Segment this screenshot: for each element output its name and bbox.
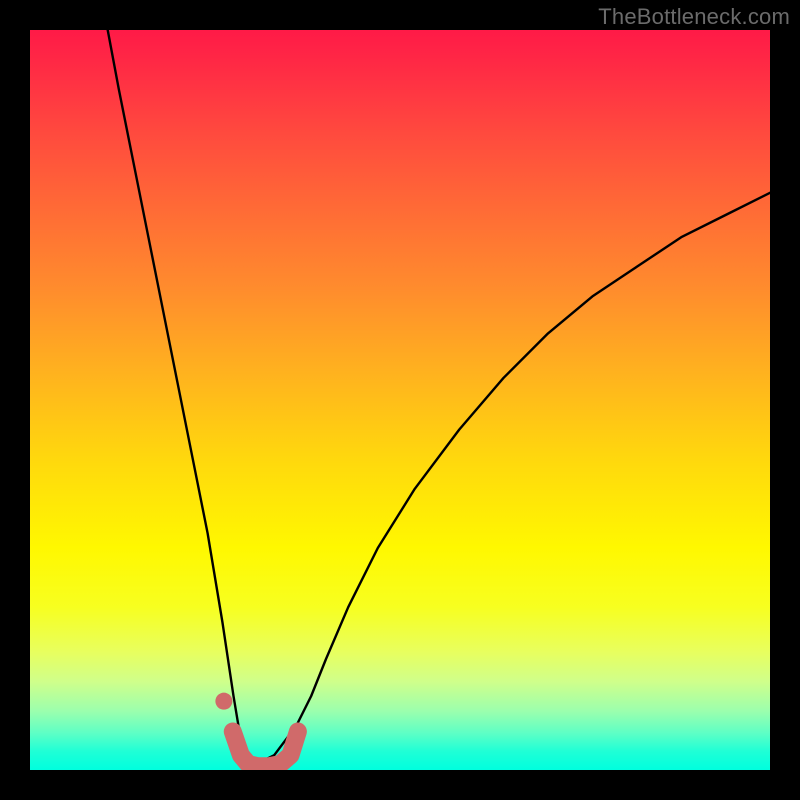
chart-frame: TheBottleneck.com (0, 0, 800, 800)
flat-region-highlight (233, 732, 298, 767)
curve-layer (30, 30, 770, 770)
plot-area (30, 30, 770, 770)
detached-dot (215, 693, 232, 710)
watermark-text: TheBottleneck.com (598, 4, 790, 30)
bottleneck-curve (108, 30, 770, 763)
